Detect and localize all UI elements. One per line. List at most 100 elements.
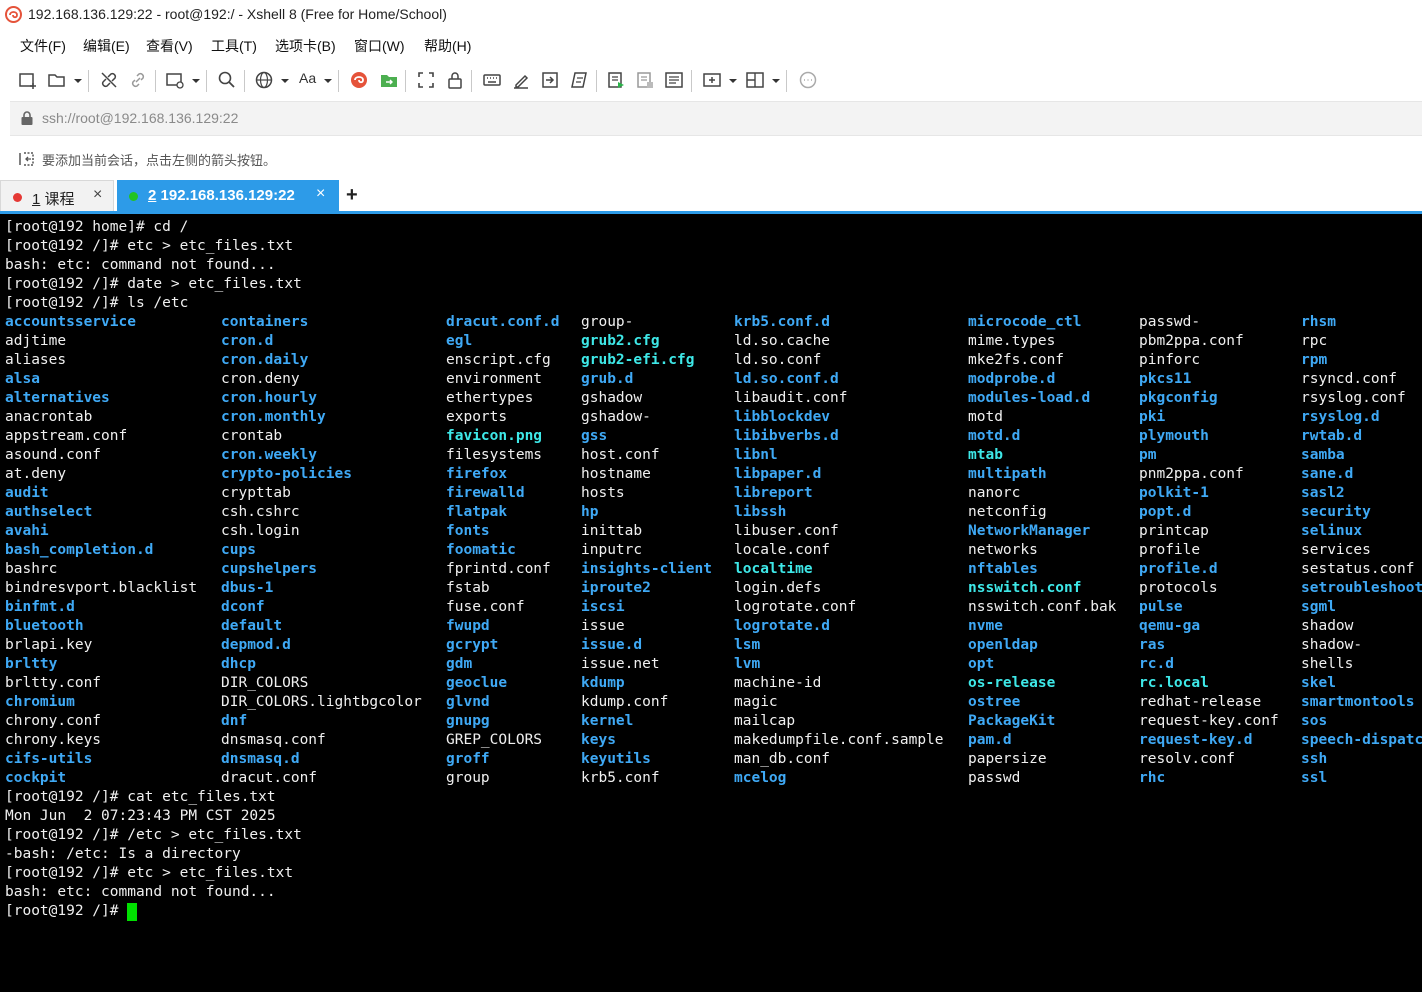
- ls-directory-entry: chromium: [5, 694, 75, 710]
- ls-directory-entry: kdump: [581, 675, 625, 691]
- ls-file-entry: fuse.conf: [446, 599, 525, 615]
- add-tab-icon[interactable]: +: [346, 184, 358, 207]
- menu-help[interactable]: 帮助(H): [424, 36, 471, 56]
- ls-file-entry: passwd: [968, 770, 1021, 786]
- ls-directory-entry: audit: [5, 485, 49, 501]
- ls-file-entry: dnsmasq.conf: [221, 732, 326, 748]
- ls-file-entry: shells: [1301, 656, 1354, 672]
- ls-directory-entry: multipath: [968, 466, 1047, 482]
- keyboard-icon[interactable]: [482, 70, 502, 90]
- address-bar[interactable]: ssh://root@192.168.136.129:22: [10, 101, 1422, 136]
- font-icon[interactable]: Aa: [299, 70, 316, 86]
- ls-directory-entry: grub.d: [581, 371, 634, 387]
- ls-directory-entry: containers: [221, 314, 309, 330]
- ls-directory-entry: sgml: [1301, 599, 1336, 615]
- tab-close-icon[interactable]: ×: [316, 185, 325, 203]
- ls-file-entry: GREP_COLORS: [446, 732, 543, 748]
- reconnect-icon[interactable]: [128, 70, 148, 90]
- encoding-dropdown-icon[interactable]: [281, 79, 289, 83]
- ls-file-entry: services: [1301, 542, 1371, 558]
- toolbar-separator: [596, 70, 597, 92]
- ls-directory-entry: ras: [1139, 637, 1166, 653]
- toolbar-separator: [338, 70, 339, 92]
- menu-window[interactable]: 窗口(W): [354, 36, 405, 56]
- ls-directory-entry: dhcp: [221, 656, 256, 672]
- tab-label: 2 192.168.136.129:22: [148, 187, 295, 204]
- ls-file-entry: locale.conf: [734, 542, 831, 558]
- ls-directory-entry: authselect: [5, 504, 93, 520]
- disconnect-icon[interactable]: [99, 70, 119, 90]
- ls-directory-entry: cups: [221, 542, 256, 558]
- new-session-icon[interactable]: [18, 70, 38, 90]
- menu-edit[interactable]: 编辑(E): [83, 36, 130, 56]
- ls-file-entry: ethertypes: [446, 390, 534, 406]
- ls-file-entry: filesystems: [446, 447, 543, 463]
- ls-directory-entry: brltty: [5, 656, 58, 672]
- ls-directory-entry: sane.d: [1301, 466, 1354, 482]
- open-dropdown-icon[interactable]: [74, 79, 82, 83]
- highlight-icon[interactable]: [511, 70, 531, 90]
- ls-file-entry: exports: [446, 409, 508, 425]
- search-icon[interactable]: [217, 70, 237, 90]
- xshell-icon[interactable]: [349, 70, 369, 90]
- ls-directory-entry: bash_completion.d: [5, 542, 154, 558]
- fullscreen-icon[interactable]: [416, 70, 436, 90]
- ls-file-entry: sestatus.conf: [1301, 561, 1415, 577]
- terminal-line: bash: etc: command not found...: [5, 257, 276, 273]
- terminal-output[interactable]: [root@192 home]# cd / [root@192 /]# etc >…: [0, 214, 1422, 992]
- globe-icon[interactable]: [254, 70, 274, 90]
- menu-view[interactable]: 查看(V): [146, 36, 193, 56]
- ls-file-entry: mailcap: [734, 713, 796, 729]
- session-hint-bar: 要添加当前会话，点击左侧的箭头按钮。: [0, 145, 1422, 173]
- ls-directory-entry: request-key.d: [1139, 732, 1253, 748]
- layout-dropdown-icon[interactable]: [772, 79, 780, 83]
- ls-directory-entry: opt: [968, 656, 995, 672]
- stop-log-icon[interactable]: [635, 70, 655, 90]
- tab-label: 1 课程: [32, 188, 75, 209]
- ls-file-entry: mime.types: [968, 333, 1056, 349]
- ls-file-entry: bashrc: [5, 561, 58, 577]
- ls-file-entry: logrotate.conf: [734, 599, 857, 615]
- new-tab-dropdown-icon[interactable]: [729, 79, 737, 83]
- menu-file[interactable]: 文件(F): [20, 36, 66, 56]
- properties-icon[interactable]: [165, 70, 185, 90]
- send-key-icon[interactable]: [540, 70, 560, 90]
- menu-tools[interactable]: 工具(T): [211, 36, 257, 56]
- ls-file-entry: hostname: [581, 466, 651, 482]
- address-input[interactable]: ssh://root@192.168.136.129:22: [42, 110, 238, 126]
- ls-directory-entry: libreport: [734, 485, 813, 501]
- xftp-icon[interactable]: [379, 70, 399, 90]
- ls-directory-entry: pm: [1139, 447, 1157, 463]
- ls-directory-entry: cupshelpers: [221, 561, 318, 577]
- ls-directory-entry: lvm: [734, 656, 761, 672]
- compose-bar-icon[interactable]: [664, 70, 684, 90]
- tab-course[interactable]: 1 课程 ×: [0, 180, 114, 211]
- menu-tabs[interactable]: 选项卡(B): [275, 36, 336, 56]
- ls-directory-entry: rc.d: [1139, 656, 1174, 672]
- properties-dropdown-icon[interactable]: [192, 79, 200, 83]
- ls-directory-entry: cron.monthly: [221, 409, 326, 425]
- ls-directory-entry: modules-load.d: [968, 390, 1091, 406]
- add-session-arrow-icon[interactable]: [18, 150, 36, 168]
- ls-file-entry: chrony.keys: [5, 732, 102, 748]
- ls-directory-entry: rpm: [1301, 352, 1328, 368]
- tab-status-dot: [129, 192, 138, 201]
- chat-icon[interactable]: [798, 70, 818, 90]
- lock-icon[interactable]: [445, 70, 465, 90]
- ls-file-entry: papersize: [968, 751, 1047, 767]
- hint-text: 要添加当前会话，点击左侧的箭头按钮。: [42, 153, 277, 168]
- ls-directory-entry: sos: [1301, 713, 1328, 729]
- font-dropdown-icon[interactable]: [324, 79, 332, 83]
- start-log-icon[interactable]: [606, 70, 626, 90]
- new-tab-icon[interactable]: [702, 70, 722, 90]
- terminal-line: [root@192 home]# cd /: [5, 219, 189, 235]
- layout-icon[interactable]: [745, 70, 765, 90]
- open-folder-icon[interactable]: [47, 70, 67, 90]
- ls-file-entry: anacrontab: [5, 409, 93, 425]
- tab-session[interactable]: 2 192.168.136.129:22 ×: [117, 180, 339, 211]
- ls-file-entry: nsswitch.conf.bak: [968, 599, 1117, 615]
- ls-file-entry: aliases: [5, 352, 67, 368]
- ls-directory-entry: libssh: [734, 504, 787, 520]
- script-icon[interactable]: [569, 70, 589, 90]
- tab-close-icon[interactable]: ×: [93, 186, 102, 204]
